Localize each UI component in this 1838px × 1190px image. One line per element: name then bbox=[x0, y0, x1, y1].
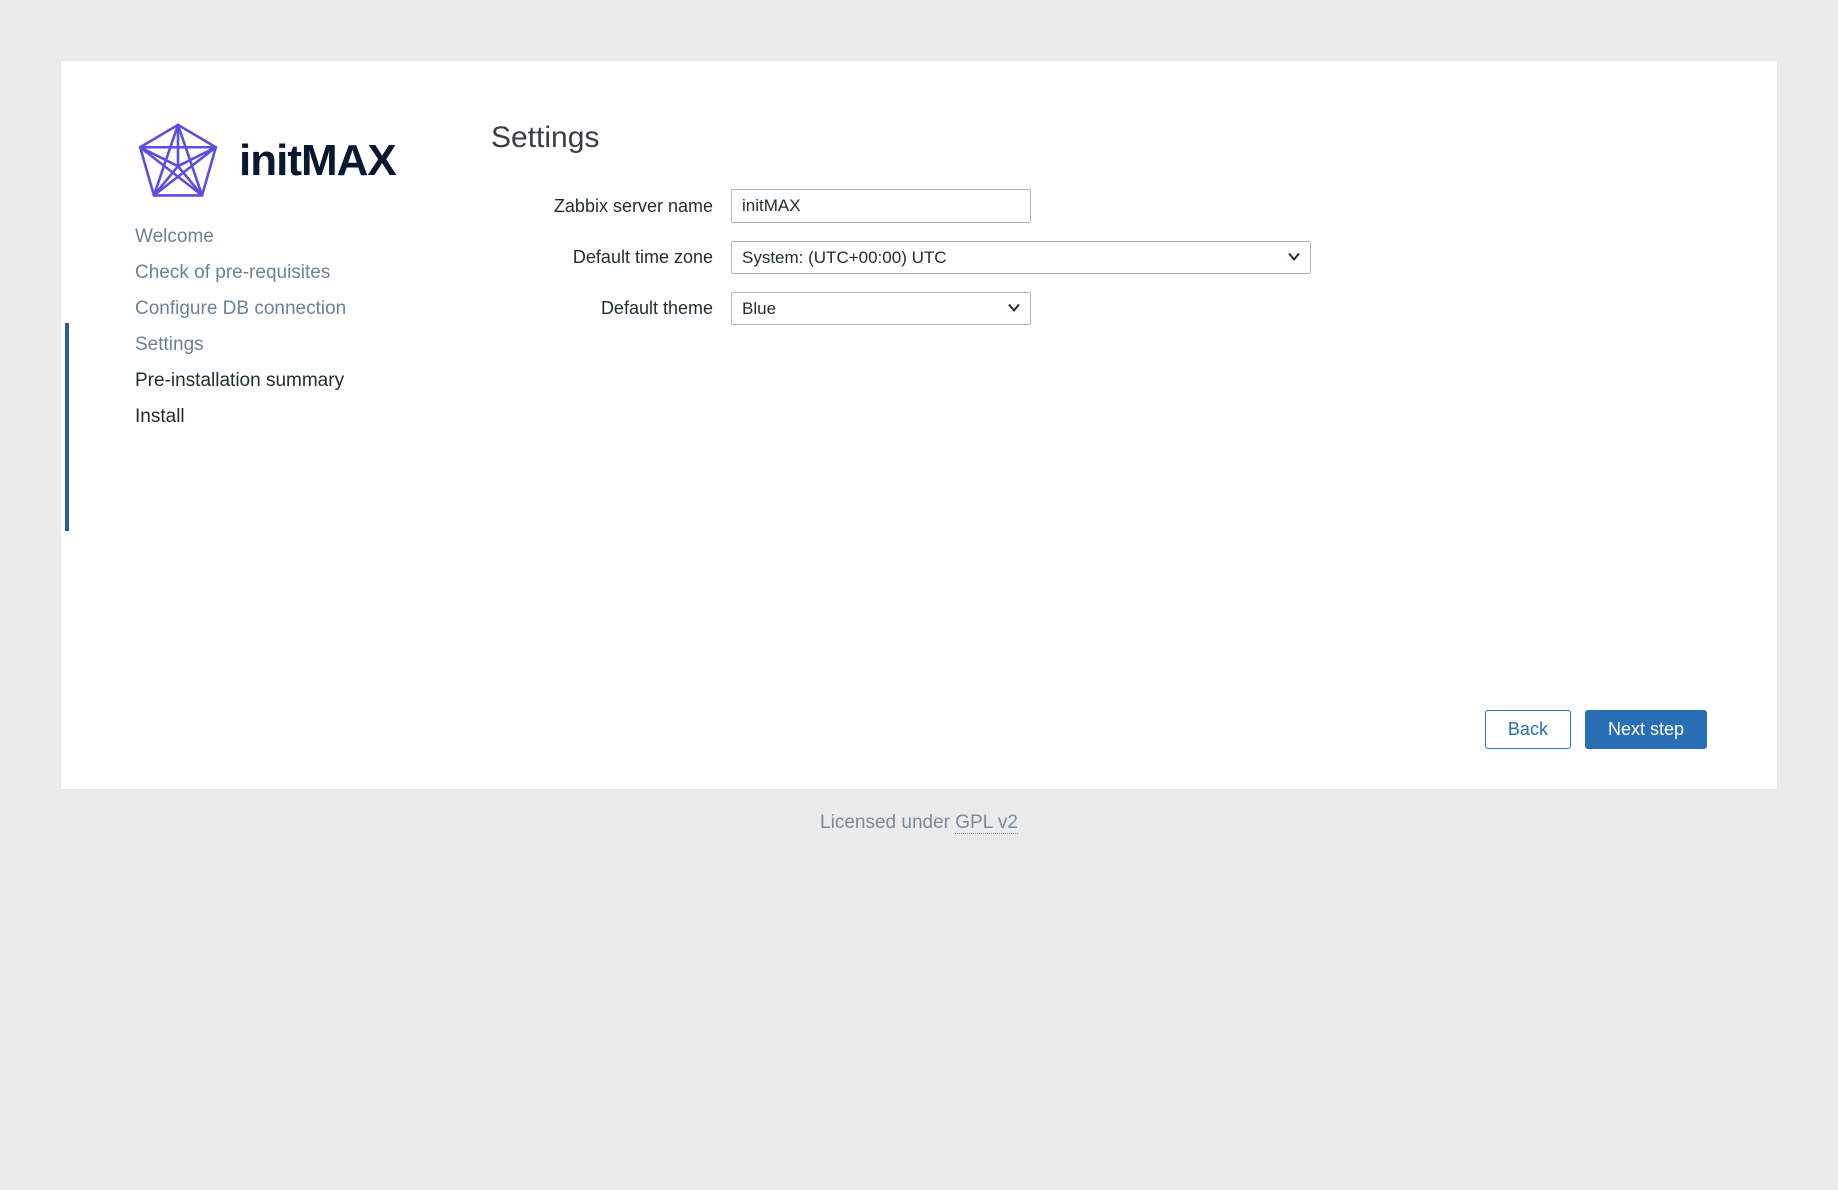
row-server-name: Zabbix server name bbox=[491, 189, 1707, 223]
logo-text: initMAX bbox=[239, 136, 396, 186]
footer-text: Licensed under bbox=[820, 812, 955, 833]
logo: initMAX bbox=[135, 121, 481, 201]
page-title: Settings bbox=[491, 121, 1707, 155]
sidebar: initMAX Welcome Check of pre-requisites … bbox=[61, 121, 481, 699]
wizard-buttons: Back Next step bbox=[1485, 710, 1707, 749]
row-timezone: Default time zone System: (UTC+00:00) UT… bbox=[491, 241, 1707, 274]
step-settings[interactable]: Settings bbox=[135, 327, 481, 363]
row-theme: Default theme Blue bbox=[491, 292, 1707, 325]
server-name-input[interactable] bbox=[731, 189, 1031, 223]
theme-label: Default theme bbox=[491, 298, 731, 319]
step-list: Welcome Check of pre-requisites Configur… bbox=[135, 219, 481, 436]
setup-panel: initMAX Welcome Check of pre-requisites … bbox=[60, 60, 1778, 790]
step-db-connection[interactable]: Configure DB connection bbox=[135, 291, 481, 327]
initmax-logo-icon bbox=[135, 121, 221, 201]
step-welcome[interactable]: Welcome bbox=[135, 219, 481, 255]
next-step-button[interactable]: Next step bbox=[1585, 710, 1707, 749]
main-content: Settings Zabbix server name Default time… bbox=[481, 121, 1707, 699]
timezone-label: Default time zone bbox=[491, 247, 731, 268]
footer: Licensed under GPL v2 bbox=[60, 812, 1778, 834]
step-prerequisites[interactable]: Check of pre-requisites bbox=[135, 255, 481, 291]
license-link[interactable]: GPL v2 bbox=[955, 812, 1018, 834]
back-button[interactable]: Back bbox=[1485, 710, 1571, 749]
theme-select[interactable]: Blue bbox=[731, 292, 1031, 325]
timezone-select[interactable]: System: (UTC+00:00) UTC bbox=[731, 241, 1311, 274]
server-name-label: Zabbix server name bbox=[491, 196, 731, 217]
step-install: Install bbox=[135, 399, 481, 435]
step-summary: Pre-installation summary bbox=[135, 363, 481, 399]
